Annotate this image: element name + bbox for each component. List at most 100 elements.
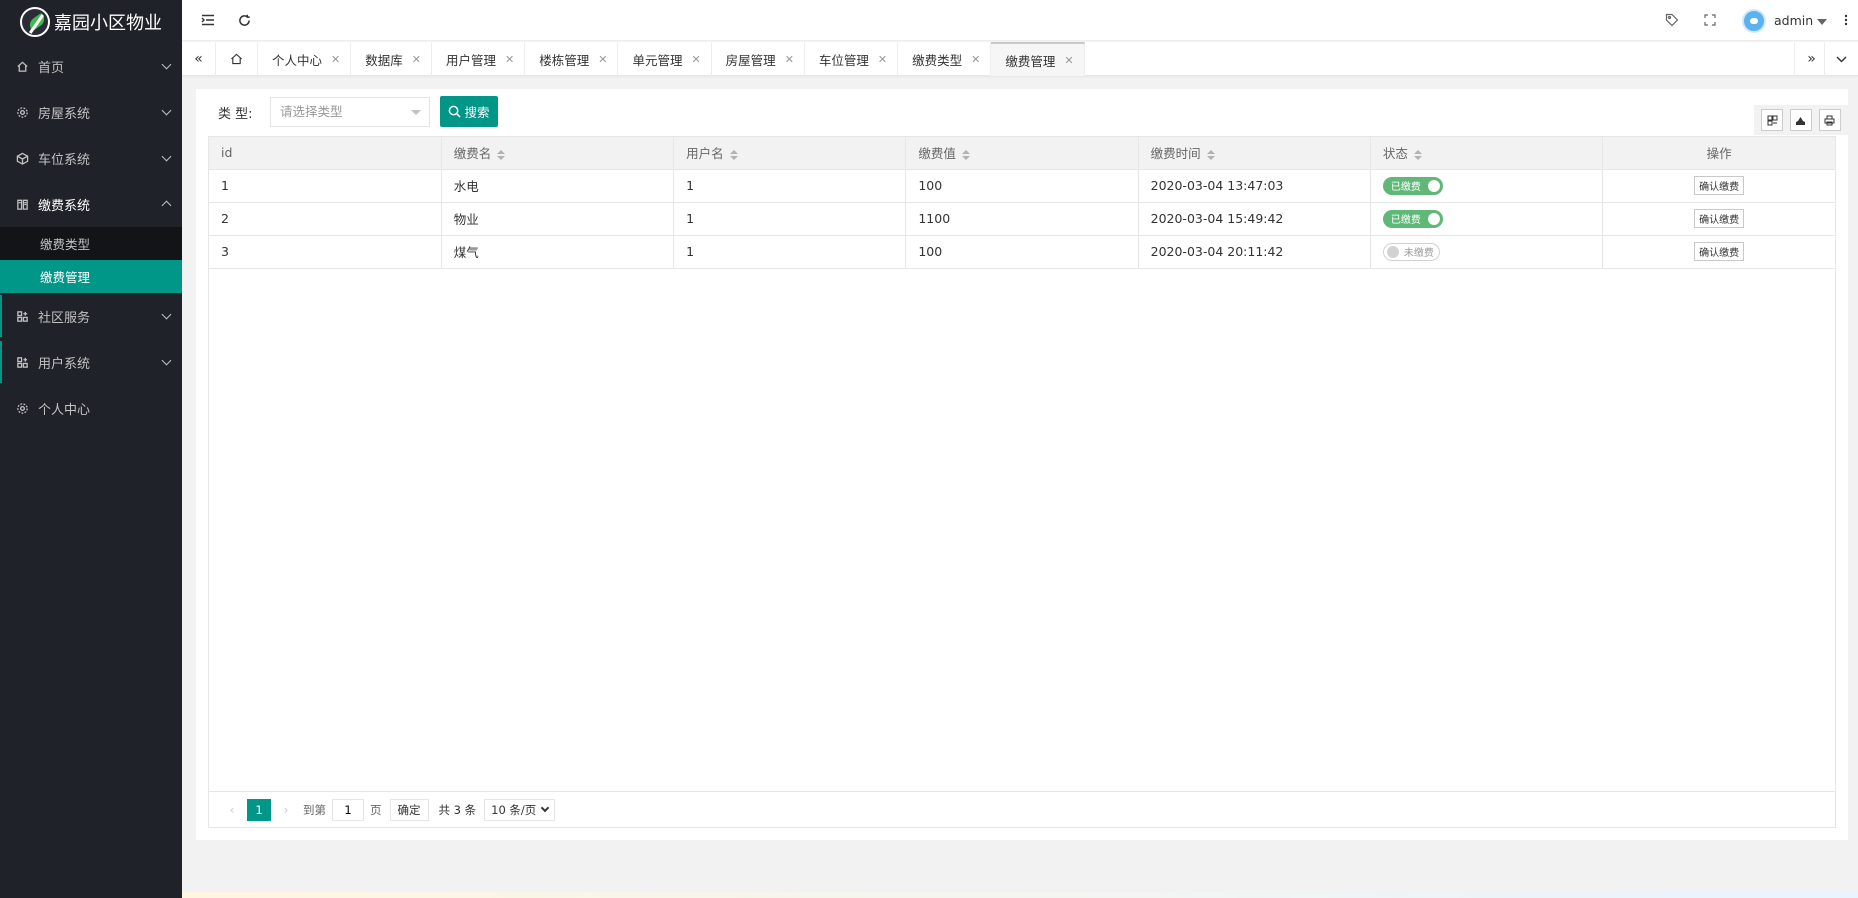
chevron-down-icon: [161, 105, 172, 116]
sidebar-item-label: 缴费系统: [38, 198, 91, 214]
prev-page-icon[interactable]: ‹: [221, 799, 243, 821]
sort-icon[interactable]: [961, 149, 970, 160]
close-icon[interactable]: ✕: [412, 53, 421, 66]
column-header-name[interactable]: 缴费名: [441, 137, 675, 170]
goto-confirm-button[interactable]: 确定: [389, 798, 429, 821]
search-button[interactable]: 搜索: [440, 96, 498, 127]
more-vertical-icon[interactable]: [1834, 8, 1858, 32]
sidebar-subitem-payment-management[interactable]: 缴费管理: [0, 260, 182, 293]
confirm-payment-button[interactable]: 确认缴费: [1694, 242, 1745, 261]
close-icon[interactable]: ✕: [505, 53, 514, 66]
search-button-label: 搜索: [464, 105, 490, 120]
tabs-menu-chevron-down-icon[interactable]: [1824, 42, 1858, 76]
close-icon[interactable]: ✕: [971, 53, 980, 66]
refresh-icon[interactable]: [232, 8, 256, 32]
table-row[interactable]: 1 水电 1 100 2020-03-04 13:47:03 已缴费 确认缴费: [209, 169, 1835, 203]
tab-payment-management[interactable]: 缴费管理 ✕: [991, 42, 1085, 76]
sidebar-item-payment[interactable]: 缴费系统: [0, 181, 182, 227]
page-size-select[interactable]: 10 条/页: [484, 798, 556, 821]
close-icon[interactable]: ✕: [691, 53, 700, 66]
sort-icon[interactable]: [1413, 149, 1422, 160]
status-switch[interactable]: 已缴费: [1382, 209, 1443, 228]
menu-toggle-icon[interactable]: [196, 8, 220, 32]
sidebar-subitem-payment-types[interactable]: 缴费类型: [0, 227, 182, 260]
cell-name: 物业: [441, 202, 675, 236]
type-select[interactable]: 请选择类型: [270, 97, 430, 127]
tab-payment-types[interactable]: 缴费类型 ✕: [898, 42, 992, 76]
column-header-user[interactable]: 用户名: [673, 137, 907, 170]
data-table: id 缴费名 用户名 缴费值 缴费时间 状态 操作 1 水电 1 100 202…: [208, 136, 1836, 828]
cell-actions: 确认缴费: [1602, 202, 1835, 236]
close-icon[interactable]: ✕: [878, 53, 887, 66]
column-header-actions: 操作: [1602, 137, 1835, 170]
tab-bar: « 个人中心 ✕ 数据库 ✕ 用户管理 ✕ 楼栋管理 ✕ 单元管理 ✕ 房屋管理 ✕ 车位管…: [182, 42, 1858, 76]
sidebar-item-housing[interactable]: 房屋系统: [0, 89, 182, 135]
status-switch-label: 已缴费: [1390, 215, 1421, 226]
tab-building-management[interactable]: 楼栋管理 ✕: [525, 42, 619, 76]
avatar[interactable]: [1742, 9, 1766, 33]
print-icon[interactable]: [1818, 109, 1841, 131]
switch-knob: [1386, 245, 1399, 258]
tabs: 个人中心 ✕ 数据库 ✕ 用户管理 ✕ 楼栋管理 ✕ 单元管理 ✕ 房屋管理 ✕ 车位管理 ✕…: [216, 42, 1085, 76]
logo-icon: [20, 6, 50, 37]
column-header-status[interactable]: 状态: [1370, 137, 1604, 170]
chevron-down-icon: [161, 59, 172, 70]
sidebar-item-users[interactable]: 用户系统: [0, 339, 182, 385]
tag-icon[interactable]: [1660, 8, 1684, 32]
status-switch[interactable]: 未缴费: [1382, 242, 1440, 261]
total-count: 共 3 条: [438, 802, 477, 817]
sidebar-item-community[interactable]: 社区服务: [0, 293, 182, 339]
grid-icon: [14, 308, 30, 324]
column-header-label: id: [221, 145, 233, 161]
sort-icon[interactable]: [729, 149, 738, 160]
app-logo[interactable]: 嘉园小区物业: [0, 0, 182, 43]
chevron-up-icon: [161, 200, 172, 211]
goto-page-input[interactable]: [332, 798, 364, 821]
sidebar-item-label: 首页: [38, 60, 65, 76]
sort-icon[interactable]: [1206, 149, 1215, 160]
user-menu[interactable]: admin: [1774, 13, 1828, 28]
close-icon[interactable]: ✕: [1064, 54, 1073, 67]
column-header-id[interactable]: id: [209, 137, 442, 170]
sidebar-item-profile[interactable]: 个人中心: [0, 385, 182, 431]
page-button-current[interactable]: 1: [247, 798, 271, 821]
pagination: ‹ 1 › 到第 页 确定 共 3 条 10 条/页: [209, 791, 1835, 827]
tab-profile[interactable]: 个人中心 ✕: [258, 42, 352, 76]
confirm-payment-button[interactable]: 确认缴费: [1694, 209, 1745, 228]
close-icon[interactable]: ✕: [598, 53, 607, 66]
tab-user-management[interactable]: 用户管理 ✕: [432, 42, 526, 76]
tab-house-management[interactable]: 房屋管理 ✕: [712, 42, 805, 76]
fullscreen-icon[interactable]: [1698, 8, 1722, 32]
tab-unit-management[interactable]: 单元管理 ✕: [618, 42, 712, 76]
gear-icon: [14, 104, 30, 120]
confirm-payment-button[interactable]: 确认缴费: [1694, 176, 1745, 195]
tabs-scroll-right-icon[interactable]: »: [1794, 42, 1828, 76]
sidebar-item-home[interactable]: 首页: [0, 43, 182, 89]
cell-user: 1: [673, 235, 907, 269]
tabs-scroll-left-icon[interactable]: «: [182, 42, 216, 76]
close-icon[interactable]: ✕: [785, 53, 794, 66]
tab-database[interactable]: 数据库 ✕: [351, 42, 432, 76]
tab-label: 缴费类型: [912, 52, 963, 68]
table-row[interactable]: 3 煤气 1 100 2020-03-04 20:11:42 未缴费 确认缴费: [209, 235, 1835, 269]
cell-name: 煤气: [441, 235, 675, 269]
sidebar-item-parking[interactable]: 车位系统: [0, 135, 182, 181]
tab-home[interactable]: [216, 42, 258, 76]
tab-label: 房屋管理: [725, 52, 776, 68]
sidebar-item-label: 个人中心: [38, 402, 91, 418]
column-filter-icon[interactable]: [1761, 109, 1784, 131]
chevron-down-icon: [541, 803, 550, 813]
sort-icon[interactable]: [497, 149, 506, 160]
tab-label: 个人中心: [272, 52, 323, 68]
status-switch[interactable]: 已缴费: [1382, 176, 1443, 195]
cell-user: 1: [673, 169, 907, 203]
close-icon[interactable]: ✕: [331, 53, 340, 66]
table-row[interactable]: 2 物业 1 1100 2020-03-04 15:49:42 已缴费 确认缴费: [209, 202, 1835, 236]
export-icon[interactable]: [1789, 109, 1812, 131]
next-page-icon[interactable]: ›: [275, 799, 297, 821]
column-header-value[interactable]: 缴费值: [905, 137, 1139, 170]
column-header-time[interactable]: 缴费时间: [1138, 137, 1371, 170]
tab-parking-management[interactable]: 车位管理 ✕: [805, 42, 899, 76]
cell-value: 1100: [905, 202, 1139, 236]
cell-status: 已缴费: [1370, 202, 1604, 236]
